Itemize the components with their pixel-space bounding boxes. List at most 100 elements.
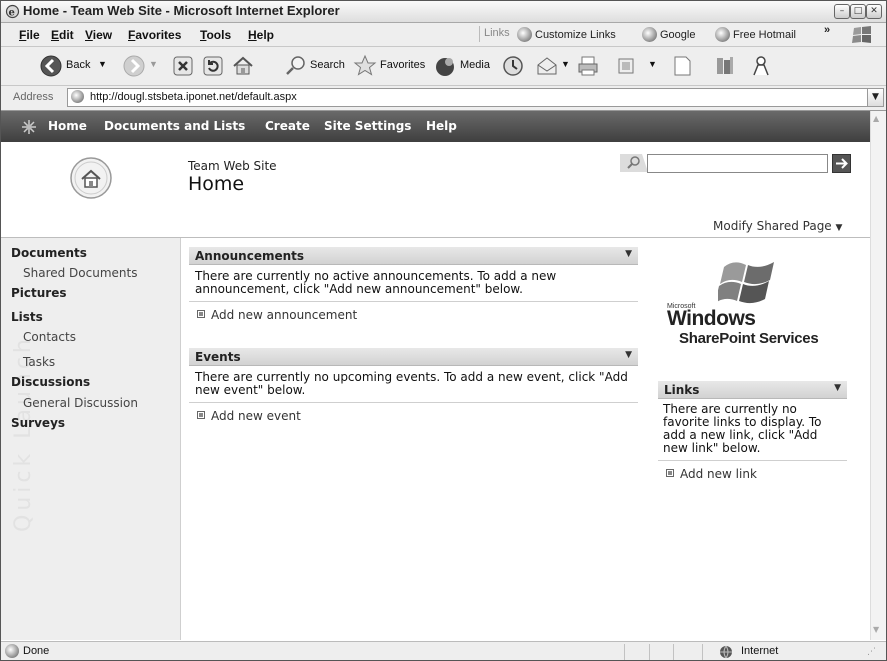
site-name[interactable]: Team Web Site — [188, 159, 277, 173]
menu-favorites[interactable]: Favorites — [128, 28, 181, 42]
announcements-title[interactable]: Announcements — [195, 249, 304, 263]
web-part-menu-icon[interactable]: ▼ — [625, 350, 632, 360]
ql-surveys[interactable]: Surveys — [11, 416, 65, 430]
add-new-announcement-label: Add new announcement — [211, 308, 358, 322]
scroll-up-icon[interactable]: ▲ — [873, 114, 879, 123]
ql-general-discussion[interactable]: General Discussion — [23, 396, 138, 410]
ie-page-icon — [71, 90, 84, 103]
address-input[interactable]: http://dougl.stsbeta.iponet.net/default.… — [67, 88, 869, 107]
resize-grip-icon[interactable]: ⋰ — [867, 647, 876, 657]
link-customize-label: Customize Links — [535, 29, 616, 41]
status-separator — [624, 644, 625, 660]
minimize-button[interactable]: – — [834, 4, 850, 19]
print-icon[interactable] — [576, 54, 600, 78]
address-url[interactable]: http://dougl.stsbeta.iponet.net/default.… — [90, 91, 297, 103]
menu-file[interactable]: File — [19, 28, 40, 42]
history-icon[interactable] — [501, 54, 525, 78]
back-label[interactable]: Back — [66, 59, 90, 71]
menu-view[interactable]: View — [85, 28, 112, 42]
ie-page-icon — [715, 27, 730, 42]
stop-icon[interactable] — [171, 54, 195, 78]
edit-icon[interactable] — [615, 54, 639, 78]
events-message: There are currently no upcoming events. … — [195, 370, 628, 397]
address-bar: Address http://dougl.stsbeta.iponet.net/… — [1, 86, 886, 111]
edit-dropdown-icon[interactable]: ▼ — [648, 59, 657, 69]
nav-help[interactable]: Help — [426, 119, 457, 133]
links-title[interactable]: Links — [664, 383, 699, 397]
link-hotmail[interactable]: Free Hotmail — [715, 27, 796, 42]
back-icon[interactable] — [39, 54, 63, 78]
favorites-icon[interactable] — [353, 54, 377, 78]
close-button[interactable]: ✕ — [866, 4, 882, 19]
ql-contacts[interactable]: Contacts — [23, 330, 76, 344]
ql-pictures[interactable]: Pictures — [11, 286, 67, 300]
browser-window: e Home - Team Web Site - Microsoft Inter… — [0, 0, 887, 661]
status-separator — [673, 644, 674, 660]
research-icon[interactable] — [713, 54, 737, 78]
bullet-icon — [666, 469, 674, 477]
nav-home[interactable]: Home — [48, 119, 87, 133]
web-part-menu-icon[interactable]: ▼ — [834, 383, 841, 393]
wss-logo: Microsoft Windows SharePoint Services — [661, 257, 841, 353]
add-new-link-link[interactable]: Add new link — [658, 461, 847, 481]
menu-edit[interactable]: Edit — [51, 28, 74, 42]
ql-tasks[interactable]: Tasks — [23, 355, 55, 369]
search-label[interactable]: Search — [310, 59, 345, 71]
address-dropdown-button[interactable]: ▼ — [867, 88, 884, 107]
links-more-button[interactable]: » — [824, 24, 830, 36]
bullet-icon — [197, 411, 205, 419]
quick-launch: Quick Launch Documents Shared Documents … — [1, 238, 181, 640]
ql-shared-documents[interactable]: Shared Documents — [23, 266, 137, 280]
maximize-button[interactable]: □ — [850, 4, 866, 19]
link-hotmail-label: Free Hotmail — [733, 29, 796, 41]
status-bar: Done Internet ⋰ — [1, 641, 886, 660]
ie-page-icon — [517, 27, 532, 42]
nav-site-settings[interactable]: Site Settings — [324, 119, 411, 133]
menu-tools[interactable]: Tools — [200, 28, 231, 42]
forward-icon[interactable] — [122, 54, 146, 78]
media-label[interactable]: Media — [460, 59, 490, 71]
back-dropdown-icon[interactable]: ▼ — [98, 59, 107, 69]
nav-create[interactable]: Create — [265, 119, 310, 133]
link-customize[interactable]: Customize Links — [517, 27, 616, 42]
messenger-icon[interactable] — [749, 54, 773, 78]
home-icon[interactable] — [231, 54, 255, 78]
scroll-down-icon[interactable]: ▼ — [873, 625, 879, 634]
windows-logo-icon — [718, 262, 774, 304]
status-text: Done — [23, 645, 50, 657]
announcements-message: There are currently no active announceme… — [195, 269, 557, 296]
add-new-event-link[interactable]: Add new event — [189, 403, 638, 423]
mail-dropdown-icon[interactable]: ▼ — [561, 59, 570, 69]
search-scope-icon — [620, 154, 648, 172]
modify-shared-page-menu[interactable]: Modify Shared Page ▼ — [713, 219, 842, 233]
forward-dropdown-icon[interactable]: ▼ — [149, 59, 158, 69]
page-title: Home — [188, 173, 245, 195]
links-message: There are currently no favorite links to… — [663, 402, 822, 455]
nav-documents-and-lists[interactable]: Documents and Lists — [104, 119, 245, 133]
events-title[interactable]: Events — [195, 350, 241, 364]
ql-discussions[interactable]: Discussions — [11, 375, 90, 389]
ie-page-icon — [642, 27, 657, 42]
favorites-label[interactable]: Favorites — [380, 59, 425, 71]
status-separator — [649, 644, 650, 660]
link-google[interactable]: Google — [642, 27, 695, 42]
events-web-part: Events ▼ There are currently no upcoming… — [189, 348, 638, 423]
ql-lists[interactable]: Lists — [11, 310, 43, 324]
web-part-menu-icon[interactable]: ▼ — [625, 249, 632, 259]
site-logo-icon — [22, 120, 36, 134]
vertical-scrollbar[interactable]: ▲ ▼ — [870, 111, 886, 640]
logo-windows: Windows — [667, 307, 756, 330]
links-separator — [479, 26, 480, 42]
refresh-icon[interactable] — [201, 54, 225, 78]
add-new-link-label: Add new link — [680, 467, 757, 481]
site-search-input[interactable] — [647, 154, 828, 173]
add-new-announcement-link[interactable]: Add new announcement — [189, 302, 638, 322]
go-icon[interactable] — [832, 154, 851, 173]
ql-documents[interactable]: Documents — [11, 246, 87, 260]
search-icon[interactable] — [284, 54, 308, 78]
media-icon[interactable] — [433, 54, 457, 78]
discuss-icon[interactable] — [670, 54, 694, 78]
site-home-icon[interactable] — [69, 156, 113, 200]
menu-help[interactable]: Help — [248, 28, 274, 42]
mail-icon[interactable] — [535, 54, 559, 78]
